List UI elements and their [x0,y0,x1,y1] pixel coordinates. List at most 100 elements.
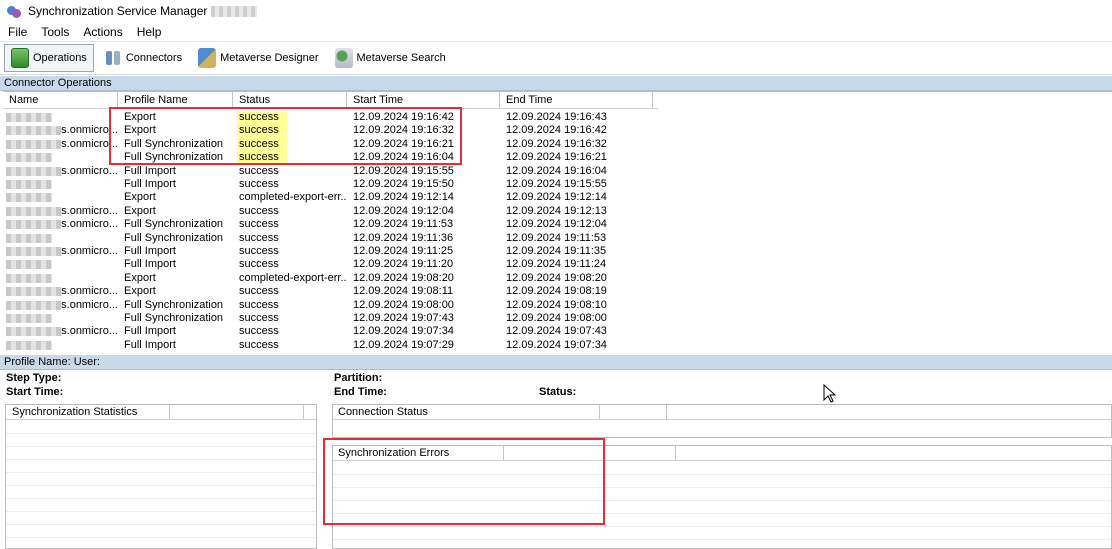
menu-help[interactable]: Help [133,25,168,39]
profile-name-cell: Full Import [124,245,176,257]
start-time-cell: 12.09.2024 19:07:43 [353,312,454,324]
start-time-cell: 12.09.2024 19:11:25 [353,245,454,257]
start-time-cell: 12.09.2024 19:08:00 [353,298,454,311]
redacted-connector-name [6,139,62,149]
table-row[interactable]: Full Import success 12.09.2024 19:15:50 12.… [3,178,658,191]
redacted-connector-name [6,126,62,136]
table-row[interactable]: Export completed-export-err... 12.09.2024 … [3,191,658,204]
status-text: completed-export-err... [239,191,347,204]
end-time-label: End Time: [334,386,387,398]
profile-name-cell: Full Import [124,164,176,177]
redacted-connector-name [6,220,62,230]
end-time-cell: 12.09.2024 19:11:53 [506,231,607,244]
column-name[interactable]: Name [3,92,118,109]
table-row[interactable]: s.onmicro... Full Synchronization success 1… [3,218,658,231]
table-row[interactable]: s.onmicro... Full Import success 12.09.2024… [3,245,658,258]
end-time-cell: 12.09.2024 19:08:10 [506,298,607,311]
table-row[interactable]: Full Import success 12.09.2024 19:07:29 12.… [3,339,658,350]
profile-name-cell: Full Import [124,338,176,350]
annotation-highlight-sync-errors [323,438,605,525]
name-cell [3,339,118,350]
status-cell: completed-export-err... [233,191,347,204]
redacted-connector-name [6,247,62,256]
status-cell: success [233,232,347,245]
table-row[interactable]: s.onmicro... Full Import success 12.09.2024… [3,165,658,178]
app-icon [6,3,22,19]
redacted-connector-name [6,300,62,310]
metaverse-search-button[interactable]: Metaverse Search [329,44,452,72]
menu-bar: File Tools Actions Help [0,22,1112,41]
name-cell: s.onmicro... [3,325,118,338]
profile-name-cell: Full Synchronization [124,231,224,244]
profile-name-cell: Full Synchronization [124,298,224,311]
status-text: success [239,312,279,324]
table-row[interactable]: s.onmicro... Export success 12.09.2024 19:1… [3,205,658,218]
name-cell [3,178,118,191]
table-row[interactable]: s.onmicro... Full Synchronization success 1… [3,299,658,312]
start-time-cell: 12.09.2024 19:15:55 [353,164,454,177]
profile-name-cell: Full Synchronization [124,218,224,231]
profile-name-cell: Export [124,191,156,204]
connection-status-col2 [600,405,667,419]
redacted-connector-name [6,166,62,176]
status-text: success [239,164,279,177]
status-cell: success [233,245,347,258]
status-cell: success [233,299,347,312]
start-time-cell: 12.09.2024 19:12:04 [353,204,454,217]
connection-status-panel[interactable]: Connection Status [332,404,1112,438]
redacted-connector-name [6,153,52,163]
end-time-cell: 12.09.2024 19:07:43 [506,325,607,338]
table-row[interactable]: Full Synchronization success 12.09.2024 19… [3,312,658,325]
status-cell: success [233,165,347,178]
table-row[interactable]: Full Import success 12.09.2024 19:11:20 12.… [3,258,658,271]
name-cell: s.onmicro... [3,285,118,298]
status-text: success [239,178,279,190]
table-row[interactable]: Export completed-export-err... 12.09.2024 … [3,272,658,285]
status-cell: completed-export-err... [233,272,347,285]
metaverse-search-icon [334,48,353,68]
redacted-connector-name [6,314,52,323]
operations-button[interactable]: Operations [4,44,94,72]
name-cell: s.onmicro... [3,124,118,137]
name-cell: s.onmicro... [3,138,118,151]
status-text: success [239,218,279,231]
name-suffix: s.onmicro... [61,298,118,311]
end-time-cell: 12.09.2024 19:16:04 [506,164,607,177]
connectors-label: Connectors [125,52,183,64]
status-text: completed-export-err... [239,271,347,284]
end-time-cell: 12.09.2024 19:16:32 [506,137,607,150]
menu-tools[interactable]: Tools [37,25,75,39]
status-cell: success [233,339,347,350]
table-row[interactable]: s.onmicro... Export success 12.09.2024 19:0… [3,285,658,298]
status-text: success [239,285,279,298]
metaverse-designer-button[interactable]: Metaverse Designer [192,44,324,72]
connector-operations-header: Connector Operations [0,76,1112,91]
details-header: Profile Name: User: [0,355,1112,370]
redacted-connector-name [6,233,52,243]
redacted-connector-name [6,287,62,297]
connectors-button[interactable]: Connectors [98,44,188,72]
menu-actions[interactable]: Actions [79,25,128,39]
name-suffix: s.onmicro... [61,285,118,298]
connection-status-header: Connection Status [333,405,600,419]
status-text: success [239,245,279,257]
profile-name-cell: Export [124,204,156,217]
table-row[interactable]: Full Synchronization success 12.09.2024 19… [3,232,658,245]
redacted-connector-name [6,193,52,203]
redacted-connector-name [6,273,52,283]
sync-statistics-panel[interactable]: Synchronization Statistics [5,404,317,549]
redacted-connector-name [6,206,62,216]
status-cell: success [233,205,347,218]
profile-name-cell: Full Synchronization [124,312,224,324]
name-cell: s.onmicro... [3,299,118,312]
start-time-cell: 12.09.2024 19:08:11 [353,285,454,298]
column-end-time[interactable]: End Time [500,92,653,109]
end-time-cell: 12.09.2024 19:08:20 [506,271,607,284]
status-cell: success [233,258,347,271]
table-row[interactable]: s.onmicro... Full Import success 12.09.2024… [3,325,658,338]
end-time-cell: 12.09.2024 19:08:00 [506,312,607,324]
status-text: success [239,338,279,350]
annotation-highlight-recent-runs [109,107,462,165]
menu-file[interactable]: File [4,25,33,39]
name-cell [3,151,118,164]
